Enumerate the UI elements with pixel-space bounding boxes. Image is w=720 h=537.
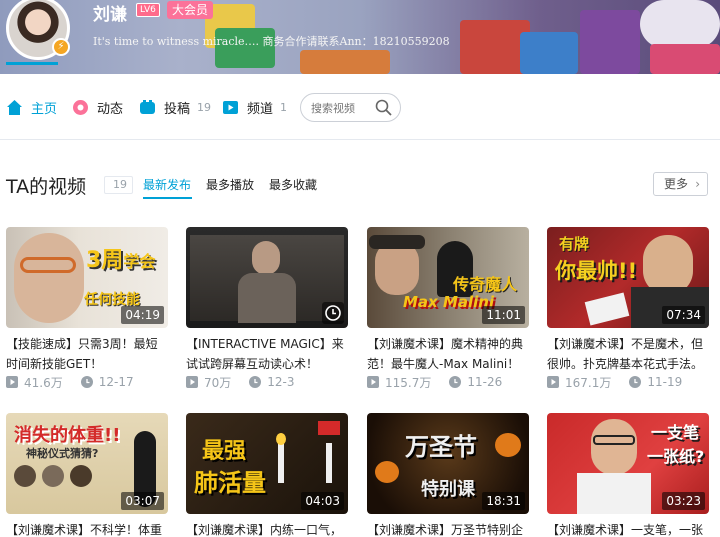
clock-icon: [629, 376, 642, 388]
view-count: 167.1万: [565, 375, 612, 390]
play-count-icon: [186, 376, 198, 388]
video-meta: 115.7万 11-26: [367, 374, 502, 390]
tab-latest[interactable]: 最新发布: [143, 176, 191, 193]
video-thumbnail[interactable]: 传奇魔人 Max Malini 11:01: [367, 227, 529, 328]
tab-channels[interactable]: 频道 1: [222, 96, 287, 118]
upload-date: 12-3: [267, 375, 295, 389]
video-title[interactable]: 【刘谦魔术课】内练一口气，: [186, 520, 348, 537]
clock-icon: [449, 376, 462, 388]
verified-badge-icon: ⚡: [52, 38, 70, 56]
tab-uploads-count: 19: [197, 100, 212, 114]
video-meta: 70万 12-3: [186, 374, 295, 390]
video-thumbnail[interactable]: 有牌 你最帅!! 07:34: [547, 227, 709, 328]
tab-dynamics-label: 动态: [97, 101, 124, 117]
user-signature: It's time to witness miracle…. 商务合作请联系An…: [93, 35, 450, 48]
tab-uploads-label: 投稿: [164, 101, 191, 117]
upload-date: 11-19: [647, 375, 683, 389]
tab-dynamics[interactable]: 动态: [72, 96, 123, 118]
watch-later-button[interactable]: [322, 302, 344, 324]
upload-date: 12-17: [98, 375, 134, 389]
video-title[interactable]: 【刘谦魔术课】不是魔术，但很帅。扑克牌基本花式手法。: [547, 334, 709, 374]
video-duration: 04:19: [121, 306, 164, 324]
bunny-decoration: [640, 0, 720, 48]
video-duration: 18:31: [482, 492, 525, 510]
dynamics-icon: [73, 99, 88, 115]
tab-most-played[interactable]: 最多播放: [206, 176, 254, 193]
profile-nav: 主页 动态 投稿 19 频道 1: [0, 74, 720, 140]
clock-icon: [249, 376, 262, 388]
gift-decoration: [520, 32, 578, 74]
home-icon: [7, 99, 22, 115]
gift-decoration: [650, 44, 720, 74]
tab-home-label: 主页: [31, 101, 58, 117]
video-duration: 07:34: [662, 306, 705, 324]
clock-icon: [80, 376, 93, 388]
level-badge: LV6: [136, 3, 160, 17]
view-count: 41.6万: [24, 375, 63, 390]
channel-icon: [223, 100, 238, 114]
tab-home[interactable]: 主页: [6, 96, 57, 118]
search-input[interactable]: [311, 99, 375, 117]
video-thumbnail[interactable]: 一支笔 一张纸? 03:23: [547, 413, 709, 514]
video-title[interactable]: 【刘谦魔术课】一支笔，一张: [547, 520, 709, 537]
video-thumbnail[interactable]: 万圣节 特别课 18:31: [367, 413, 529, 514]
play-count-icon: [6, 376, 18, 388]
clock-icon: [325, 305, 341, 321]
username: 刘谦: [93, 5, 127, 25]
view-count: 70万: [204, 375, 232, 390]
section-tab-indicator: [143, 197, 192, 199]
video-thumbnail[interactable]: 消失的体重!! 神秘仪式猜猜? 03:07: [6, 413, 168, 514]
video-title[interactable]: 【刘谦魔术课】魔术精神的典范！最牛魔人-Max Malini！: [367, 334, 529, 374]
tab-channels-count: 1: [280, 100, 288, 114]
play-count-icon: [547, 376, 559, 388]
chevron-right-icon: ›: [695, 177, 700, 191]
tab-most-favorited[interactable]: 最多收藏: [269, 176, 317, 193]
video-meta: 41.6万 12-17: [6, 374, 134, 390]
search-icon[interactable]: [375, 99, 392, 116]
video-meta: 167.1万 11-19: [547, 374, 682, 390]
video-title[interactable]: 【INTERACTIVE MAGIC】来试试跨屏幕互动读心术！: [186, 334, 348, 374]
tab-uploads[interactable]: 投稿 19: [139, 96, 211, 118]
active-tab-indicator: [6, 62, 58, 65]
upload-date: 11-26: [467, 375, 503, 389]
search-box[interactable]: [300, 93, 401, 122]
video-thumbnail[interactable]: 最强 肺活量 04:03: [186, 413, 348, 514]
vip-badge[interactable]: 大会员: [167, 1, 214, 19]
view-count: 115.7万: [385, 375, 432, 390]
play-count-icon: [367, 376, 379, 388]
more-button-label: 更多: [664, 177, 689, 191]
video-count-badge: 19: [104, 176, 133, 194]
video-thumbnail[interactable]: 3周学会 任何技能 04:19: [6, 227, 168, 328]
video-title[interactable]: 【刘谦魔术课】不科学！体重: [6, 520, 168, 537]
uploads-icon: [140, 99, 155, 114]
section-title: TA的视频: [6, 176, 87, 198]
video-title[interactable]: 【技能速成】只需3周！最短时间新技能GET！: [6, 334, 168, 374]
video-duration: 03:07: [121, 492, 164, 510]
gift-decoration: [300, 50, 390, 74]
video-duration: 04:03: [301, 492, 344, 510]
video-title[interactable]: 【刘谦魔术课】万圣节特别企: [367, 520, 529, 537]
more-button[interactable]: 更多 ›: [653, 172, 708, 196]
gift-decoration: [580, 10, 640, 74]
video-thumbnail[interactable]: [186, 227, 348, 328]
tab-channels-label: 频道: [247, 101, 274, 117]
video-duration: 03:23: [662, 492, 705, 510]
video-duration: 11:01: [482, 306, 525, 324]
